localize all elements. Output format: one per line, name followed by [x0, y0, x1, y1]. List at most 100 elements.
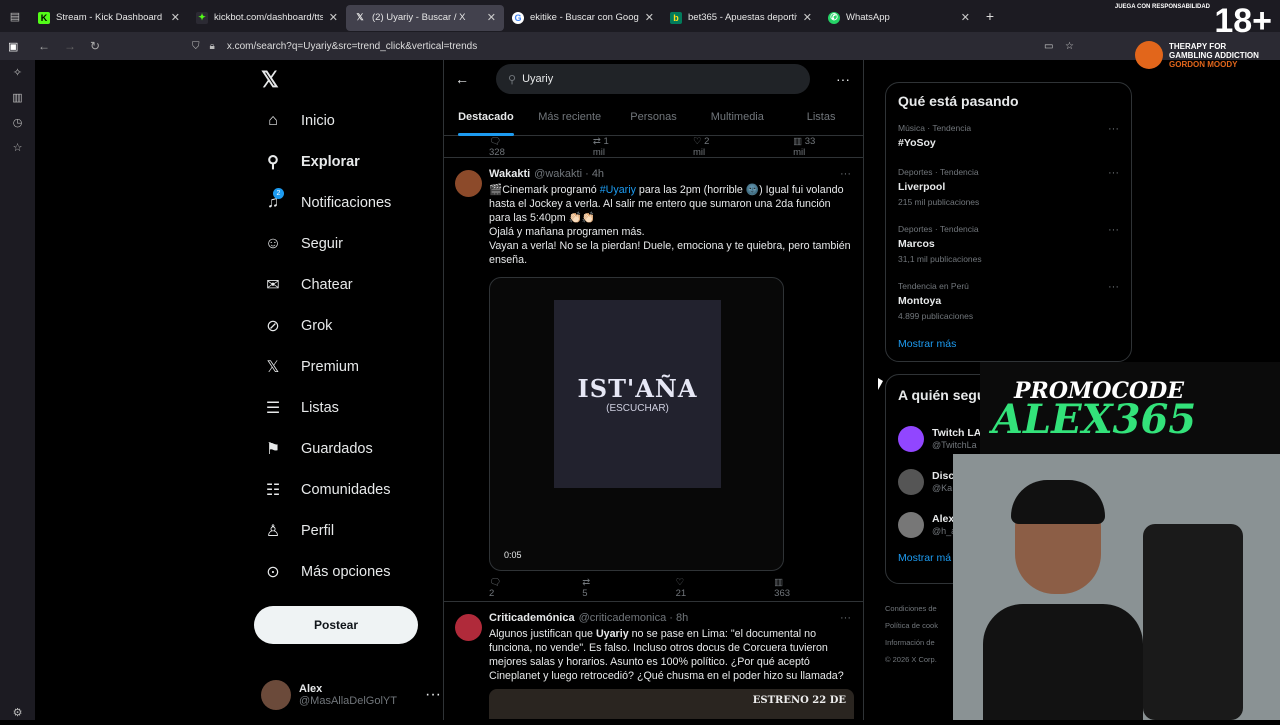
reply-button[interactable]: 🗨︎ 2 — [489, 577, 538, 599]
tab-multimedia[interactable]: Multimedia — [695, 98, 779, 136]
close-icon[interactable]: ✕ — [329, 11, 338, 24]
hashtag-link[interactable]: #Uyariy — [600, 184, 636, 196]
close-icon[interactable]: ✕ — [487, 11, 496, 24]
browser-tab[interactable]: ✦ kickbot.com/dashboard/tts/con ✕ — [188, 5, 346, 31]
browser-tab-active[interactable]: 𝕏 (2) Uyariy - Buscar / X ✕ — [346, 4, 504, 31]
close-icon[interactable]: ✕ — [645, 11, 654, 24]
views-button[interactable]: ▥ 33 mil — [793, 136, 849, 158]
grok-icon: ⊘ — [266, 317, 280, 335]
reload-icon[interactable]: ↻ — [90, 39, 106, 53]
tab-destacado[interactable]: Destacado — [444, 98, 528, 136]
more-dots-icon[interactable]: ··· — [1108, 167, 1119, 179]
close-icon[interactable]: ✕ — [803, 11, 812, 24]
post-button[interactable]: Postear — [254, 606, 418, 644]
forward-icon[interactable]: → — [64, 39, 80, 53]
reply-button[interactable]: 🗨︎ 328 — [489, 136, 549, 158]
more-dots-icon[interactable]: ··· — [1108, 224, 1119, 236]
browser-tab[interactable]: K Stream - Kick Dashboard ✕ — [30, 5, 188, 31]
search-input[interactable]: ⚲ Uyariy — [496, 64, 810, 94]
tab-list-icon[interactable]: ▤ — [0, 10, 30, 23]
history-icon[interactable]: ◷ — [0, 110, 35, 135]
back-arrow-icon[interactable]: ← — [444, 71, 480, 87]
tweet-handle[interactable]: @wakakti — [534, 168, 582, 180]
more-dots-icon[interactable]: ··· — [840, 168, 851, 180]
close-icon[interactable]: ✕ — [961, 11, 970, 24]
trend-item[interactable]: Deportes · Tendencia Liverpool 215 mil pub… — [898, 167, 1119, 224]
nav-label: Comunidades — [301, 481, 391, 498]
search-results-column: ← ⚲ Uyariy ··· Destacado Más reciente Per… — [443, 60, 864, 720]
like-count: 2 mil — [692, 135, 710, 158]
media-preview[interactable]: ESTRENO 22 DE — [489, 689, 854, 719]
nav-grok[interactable]: ⊘ Grok — [255, 305, 445, 346]
x-navigation: 𝕏 ⌂ Inicio ⚲ Explorar ♫ 2 Notificaciones ☺ Se… — [255, 60, 445, 592]
repost-button[interactable]: ⇄ 5 — [582, 577, 631, 599]
nav-guardados[interactable]: ⚑ Guardados — [255, 428, 445, 469]
browser-tab[interactable]: ✆ WhatsApp ✕ — [820, 5, 978, 31]
sidebar-toggle-icon[interactable]: ▣ — [8, 40, 28, 53]
trend-count: 4.899 publicaciones — [898, 311, 974, 321]
bookmarks-icon[interactable]: ☆ — [0, 135, 35, 160]
nav-explorar[interactable]: ⚲ Explorar — [255, 141, 445, 182]
more-dots-icon[interactable]: ··· — [1108, 281, 1119, 293]
suggestion-name: Twitch LA — [932, 426, 982, 439]
tab-title: kickbot.com/dashboard/tts/con — [214, 12, 323, 23]
nav-listas[interactable]: ☰ Listas — [255, 387, 445, 428]
like-button[interactable]: ♡ 2 mil — [693, 136, 749, 158]
streamer-figure — [983, 480, 1143, 720]
tweet[interactable]: Criticademónica @criticademonica · 8h ··· … — [444, 602, 863, 722]
nav-mas-opciones[interactable]: ⊙ Más opciones — [255, 551, 445, 592]
profile-handle: @MasAllaDelGolYT — [299, 695, 397, 707]
tweet-time[interactable]: 4h — [592, 168, 604, 180]
video-time: 0:05 — [504, 550, 522, 560]
more-dots-icon[interactable]: ··· — [840, 612, 851, 624]
tab-title: WhatsApp — [846, 12, 890, 23]
trend-item[interactable]: Tendencia en Perú Montoya 4.899 publicacio… — [898, 281, 1119, 338]
close-icon[interactable]: ✕ — [171, 11, 180, 24]
views-button[interactable]: ▥ 363 — [774, 577, 834, 599]
show-more-link[interactable]: Mostrar más — [898, 338, 1119, 350]
account-switcher[interactable]: Alex @MasAllaDelGolYT ··· — [261, 678, 441, 712]
settings-icon[interactable]: ⚙ — [0, 700, 35, 725]
url-field[interactable]: x.com/search?q=Uyariy&src=trend_click&ve… — [227, 41, 477, 52]
tweet-actions: 🗨︎ 2 ⇄ 5 ♡ 21 ▥ 363 — [489, 577, 851, 599]
trend-item[interactable]: Música · Tendencia #YoSoy ··· — [898, 123, 1119, 167]
tweet-author[interactable]: Criticademónica — [489, 612, 575, 624]
new-tab-icon[interactable]: + — [978, 8, 1002, 24]
nav-notificaciones[interactable]: ♫ 2 Notificaciones — [255, 182, 445, 223]
chair-shape — [1143, 524, 1243, 720]
reply-count: 328 — [489, 146, 505, 158]
nav-premium[interactable]: 𝕏 Premium — [255, 346, 445, 387]
browser-tab[interactable]: b bet365 - Apuestas deportivas e ✕ — [662, 5, 820, 31]
video-player[interactable]: IST'AÑA (ESCUCHAR) 0:05 — [489, 277, 784, 571]
like-button[interactable]: ♡ 21 — [676, 577, 731, 599]
tweet-author[interactable]: Wakakti — [489, 168, 530, 180]
more-dots-icon[interactable]: ··· — [425, 686, 441, 704]
browser-tab[interactable]: Gekitike - Buscar con Google ✕ — [504, 5, 662, 31]
tab-personas[interactable]: Personas — [612, 98, 696, 136]
nav-chatear[interactable]: ✉ Chatear — [255, 264, 445, 305]
tweet-time[interactable]: 8h — [676, 612, 688, 624]
view-count: 33 mil — [793, 135, 816, 158]
tab-listas[interactable]: Listas — [779, 98, 863, 136]
tabs-icon[interactable]: ▥ — [0, 85, 35, 110]
nav-seguir[interactable]: ☺ Seguir — [255, 223, 445, 264]
tweet[interactable]: Wakakti @wakakti · 4h ··· 🎬Cinemark progra… — [444, 158, 863, 602]
nav-inicio[interactable]: ⌂ Inicio — [255, 100, 445, 141]
nav-perfil[interactable]: ♙ Perfil — [255, 510, 445, 551]
trend-category: Música · Tendencia — [898, 123, 972, 133]
lock-icon[interactable]: 🔒︎ — [210, 41, 215, 52]
nav-comunidades[interactable]: ☷ Comunidades — [255, 469, 445, 510]
reader-icon[interactable]: ▭ — [1044, 41, 1053, 52]
tweet-handle[interactable]: @criticademonica — [579, 612, 667, 624]
trend-item[interactable]: Deportes · Tendencia Marcos 31,1 mil publi… — [898, 224, 1119, 281]
back-icon[interactable]: ← — [38, 39, 54, 53]
more-dots-icon[interactable]: ··· — [836, 71, 850, 87]
shield-icon[interactable]: ⛉ — [192, 41, 200, 52]
x-logo-icon[interactable]: 𝕏 — [255, 60, 445, 100]
more-dots-icon[interactable]: ··· — [1108, 123, 1119, 135]
tab-mas-reciente[interactable]: Más reciente — [528, 98, 612, 136]
repost-button[interactable]: ⇄ 1 mil — [593, 136, 649, 158]
bookmark-star-icon[interactable]: ☆ — [1065, 41, 1074, 52]
view-count: 363 — [774, 588, 791, 599]
ai-icon[interactable]: ✧ — [0, 60, 35, 85]
